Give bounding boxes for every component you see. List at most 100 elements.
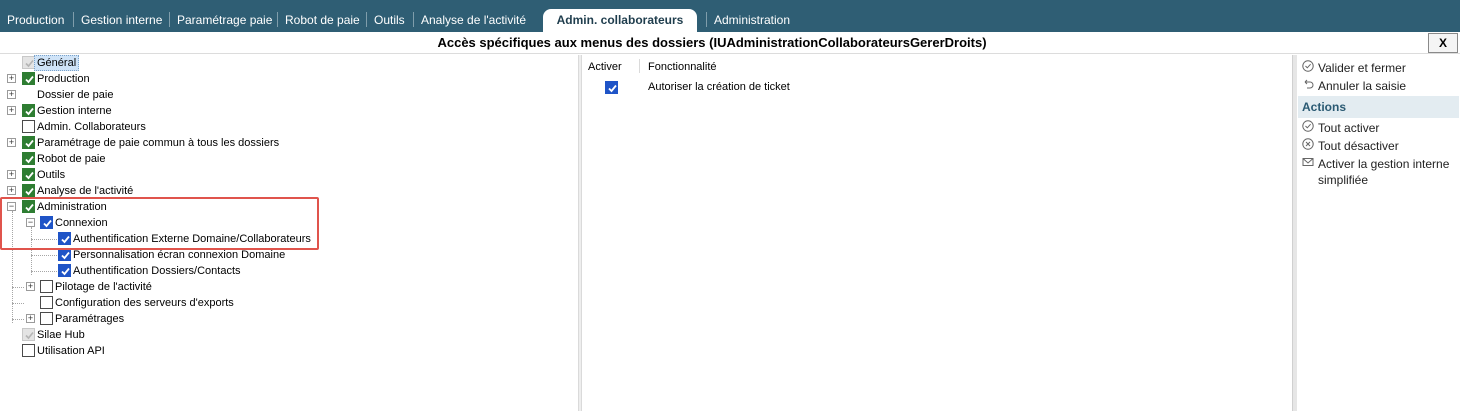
column-header-fonctionnalite[interactable]: Fonctionnalité <box>648 61 717 73</box>
tree-node-checkbox[interactable] <box>22 344 35 357</box>
tree-node[interactable]: + Production <box>0 71 578 87</box>
tree-node-label: Robot de paie <box>37 153 106 165</box>
tree-node-label: Gestion interne <box>37 105 112 117</box>
main-tab-bar: Production Gestion interne Paramétrage p… <box>0 0 1460 32</box>
window-title: Accès spécifiques aux menus des dossiers… <box>437 35 987 50</box>
tree-node-checkbox[interactable] <box>40 280 53 293</box>
tree-node-label: Général <box>34 55 80 71</box>
validate-close-label: Valider et fermer <box>1318 61 1406 75</box>
tree-node-checkbox[interactable] <box>40 216 53 229</box>
tree-node[interactable]: Général <box>0 55 578 71</box>
expand-icon[interactable]: + <box>7 74 16 83</box>
table-row: Autoriser la création de ticket <box>582 80 1282 96</box>
tab-admin-collaborateurs[interactable]: Admin. collaborateurs <box>543 9 697 32</box>
tab-outils[interactable]: Outils <box>374 10 405 31</box>
tree-node[interactable]: Utilisation API <box>0 343 578 359</box>
tab-parametrage-paie[interactable]: Paramétrage paie <box>177 10 272 31</box>
simplified-internal-management-label: Activer la gestion interne <box>1318 157 1450 171</box>
tree-node[interactable]: Admin. Collaborateurs <box>0 119 578 135</box>
tree-node-label: Dossier de paie <box>37 89 114 101</box>
tree-node-label: Outils <box>37 169 66 181</box>
tree-node-checkbox[interactable] <box>22 152 35 165</box>
window-title-bar: Accès spécifiques aux menus des dossiers… <box>0 32 1460 54</box>
tree-node-checkbox[interactable] <box>40 296 53 309</box>
tree-node-label: Connexion <box>55 217 108 229</box>
tree-node[interactable]: − Administration <box>0 199 578 215</box>
tree-node[interactable]: + Outils <box>0 167 578 183</box>
expand-icon[interactable]: + <box>26 314 35 323</box>
row-activer-checkbox[interactable] <box>605 81 618 94</box>
deactivate-all-label: Tout désactiver <box>1318 139 1399 153</box>
tree-node[interactable]: Robot de paie <box>0 151 578 167</box>
expand-icon[interactable]: + <box>7 106 16 115</box>
tree-node-label: Pilotage de l'activité <box>55 281 152 293</box>
tree-node-checkbox[interactable] <box>58 248 71 261</box>
tab-production[interactable]: Production <box>7 10 64 31</box>
tree-node[interactable]: + Pilotage de l'activité <box>0 279 578 295</box>
tree-node[interactable]: + Analyse de l'activité <box>0 183 578 199</box>
tree-node-checkbox[interactable] <box>22 72 35 85</box>
expand-icon[interactable]: + <box>7 138 16 147</box>
expand-icon[interactable]: + <box>7 170 16 179</box>
expand-icon[interactable]: + <box>7 186 16 195</box>
activate-all-button[interactable]: Tout activer <box>1301 120 1379 136</box>
tree-node[interactable]: + Dossier de paie <box>0 87 578 103</box>
tree-node-checkbox[interactable] <box>58 264 71 277</box>
tree-node[interactable]: Configuration des serveurs d'exports <box>0 295 578 311</box>
tree-node[interactable]: Authentification Externe Domaine/Collabo… <box>0 231 578 247</box>
tree-node-label: Admin. Collaborateurs <box>37 121 146 133</box>
tree-node-label: Silae Hub <box>37 329 85 341</box>
simplified-internal-management-button[interactable]: Activer la gestion interne <box>1301 156 1449 172</box>
tree-node-label: Analyse de l'activité <box>37 185 134 197</box>
tree-node-checkbox[interactable] <box>22 184 35 197</box>
tree-node[interactable]: + Paramétrage de paie commun à tous les d… <box>0 135 578 151</box>
tree-node-checkbox[interactable] <box>58 232 71 245</box>
tree-node-checkbox[interactable] <box>22 104 35 117</box>
activate-all-label: Tout activer <box>1318 121 1380 135</box>
tree-node[interactable]: + Gestion interne <box>0 103 578 119</box>
feature-grid: Activer Fonctionnalité Autoriser la créa… <box>582 55 1292 411</box>
tree-node-checkbox[interactable] <box>22 120 35 133</box>
tab-gestion-interne[interactable]: Gestion interne <box>81 10 162 31</box>
tree-node-checkbox[interactable] <box>22 328 35 341</box>
tree-node-checkbox[interactable] <box>22 168 35 181</box>
tab-analyse-activite[interactable]: Analyse de l'activité <box>421 10 526 31</box>
tree-node[interactable]: − Connexion <box>0 215 578 231</box>
tree-node-label: Paramétrages <box>55 313 125 325</box>
menu-rights-tree: Général + Production + Dossier de paie + Gesti… <box>0 55 578 411</box>
tree-node[interactable]: Personnalisation écran connexion Domaine <box>0 247 578 263</box>
tree-node-checkbox[interactable] <box>40 312 53 325</box>
tree-node[interactable]: + Paramétrages <box>0 311 578 327</box>
envelope-icon <box>1301 156 1314 172</box>
cancel-entry-button[interactable]: Annuler la saisie <box>1301 78 1406 94</box>
column-header-activer[interactable]: Activer <box>588 61 622 73</box>
expand-icon[interactable]: + <box>26 282 35 291</box>
x-circle-icon <box>1301 138 1314 154</box>
check-circle-icon <box>1301 120 1314 136</box>
tree-node-label: Production <box>37 73 90 85</box>
tree-node[interactable]: Silae Hub <box>0 327 578 343</box>
expand-icon[interactable]: + <box>7 90 16 99</box>
tree-node-label: Utilisation API <box>37 345 105 357</box>
tree-node-label: Authentification Dossiers/Contacts <box>73 265 241 277</box>
tree-node-checkbox[interactable] <box>22 200 35 213</box>
tree-node[interactable]: Authentification Dossiers/Contacts <box>0 263 578 279</box>
undo-icon <box>1301 78 1314 94</box>
column-separator <box>639 59 640 73</box>
tree-node-checkbox[interactable] <box>22 136 35 149</box>
tab-separator <box>277 12 278 27</box>
tree-node-label: Configuration des serveurs d'exports <box>55 297 234 309</box>
tab-robot-de-paie[interactable]: Robot de paie <box>285 10 360 31</box>
cancel-entry-label: Annuler la saisie <box>1318 79 1407 93</box>
simplified-internal-management-label-2: simplifiée <box>1318 173 1369 187</box>
tree-node-label: Personnalisation écran connexion Domaine <box>73 249 286 261</box>
tab-separator <box>73 12 74 27</box>
actions-section-title: Actions <box>1298 96 1459 118</box>
tab-administration[interactable]: Administration <box>714 10 790 31</box>
collapse-icon[interactable]: − <box>26 218 35 227</box>
collapse-icon[interactable]: − <box>7 202 16 211</box>
deactivate-all-button[interactable]: Tout désactiver <box>1301 138 1399 154</box>
tab-separator <box>366 12 367 27</box>
close-button[interactable]: X <box>1428 33 1458 53</box>
validate-close-button[interactable]: Valider et fermer <box>1301 60 1406 76</box>
